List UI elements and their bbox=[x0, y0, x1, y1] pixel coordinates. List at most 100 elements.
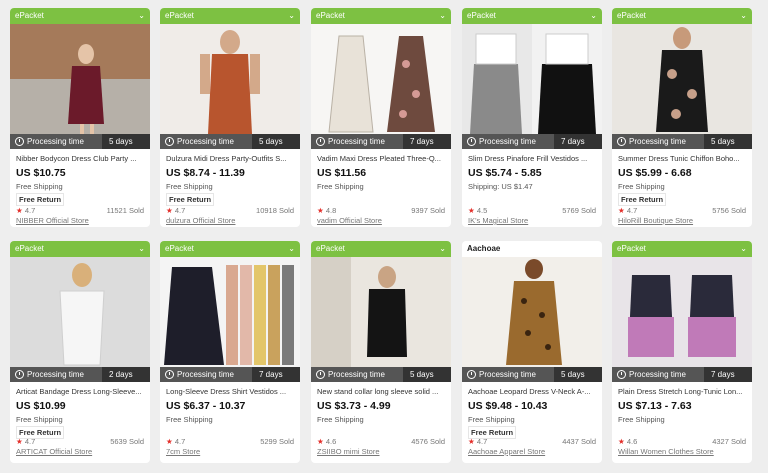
product-card[interactable]: ePacket ⌄ Processing time 7 days Vadim Max… bbox=[311, 8, 451, 227]
processing-label: Processing time bbox=[27, 137, 84, 146]
store-link[interactable]: vadim Official Store bbox=[317, 216, 382, 225]
processing-label: Processing time bbox=[328, 137, 385, 146]
product-title[interactable]: Summer Dress Tunic Chiffon Boho... bbox=[618, 154, 746, 163]
product-image[interactable] bbox=[311, 24, 451, 134]
store-link[interactable]: ZSIIBO mimi Store bbox=[317, 447, 380, 456]
product-title[interactable]: Articat Bandage Dress Long-Sleeve... bbox=[16, 387, 144, 396]
chevron-down-icon[interactable]: ⌄ bbox=[288, 8, 295, 24]
processing-label: Processing time bbox=[177, 370, 234, 379]
processing-time-bar: Processing time 5 days bbox=[160, 134, 300, 149]
processing-days: 7 days bbox=[403, 134, 451, 149]
rating: ★ 4.7 bbox=[618, 206, 637, 215]
product-title[interactable]: Vadim Maxi Dress Pleated Three-Q... bbox=[317, 154, 445, 163]
star-icon: ★ bbox=[166, 437, 173, 446]
product-photo bbox=[160, 257, 300, 367]
store-link[interactable]: dulzura Official Store bbox=[166, 216, 235, 225]
free-return-tag: Free Return bbox=[16, 193, 65, 206]
chevron-down-icon[interactable]: ⌄ bbox=[288, 241, 295, 257]
product-title[interactable]: New stand collar long sleeve solid ... bbox=[317, 387, 445, 396]
sold-count: 5639 Sold bbox=[110, 437, 144, 446]
product-title[interactable]: Dulzura Midi Dress Party-Outfits S... bbox=[166, 154, 294, 163]
store-link[interactable]: NIBBER Official Store bbox=[16, 216, 89, 225]
product-title[interactable]: Plain Dress Stretch Long-Tunic Lon... bbox=[618, 387, 746, 396]
product-title[interactable]: Aachoae Leopard Dress V-Neck A-... bbox=[468, 387, 596, 396]
product-price: US $10.99 bbox=[16, 400, 66, 412]
sold-count: 9397 Sold bbox=[411, 206, 445, 215]
product-photo bbox=[10, 24, 150, 134]
processing-days: 5 days bbox=[403, 367, 451, 382]
shipping-info: Free Shipping bbox=[468, 415, 515, 424]
product-price: US $3.73 - 4.99 bbox=[317, 400, 391, 412]
chevron-down-icon[interactable]: ⌄ bbox=[138, 241, 145, 257]
product-image[interactable] bbox=[462, 24, 602, 134]
badge-label: ePacket bbox=[165, 244, 194, 253]
chevron-down-icon[interactable]: ⌄ bbox=[439, 8, 446, 24]
sold-count: 11521 Sold bbox=[106, 206, 144, 215]
product-card[interactable]: ePacket ⌄ Processing time 5 days Summer Dr… bbox=[612, 8, 752, 227]
star-icon: ★ bbox=[317, 437, 324, 446]
shipping-info: Free Shipping bbox=[317, 415, 364, 424]
rating-value: 4.7 bbox=[174, 437, 186, 446]
store-link[interactable]: 7cm Store bbox=[166, 447, 200, 456]
processing-label: Processing time bbox=[328, 370, 385, 379]
product-image[interactable] bbox=[612, 24, 752, 134]
chevron-down-icon[interactable]: ⌄ bbox=[740, 8, 747, 24]
product-image[interactable] bbox=[612, 257, 752, 367]
processing-time-bar: Processing time 7 days bbox=[612, 367, 752, 382]
rating: ★ 4.7 bbox=[468, 437, 487, 446]
sold-count: 4437 Sold bbox=[562, 437, 596, 446]
shipping-info: Free Shipping bbox=[317, 182, 364, 191]
product-card[interactable]: ePacket ⌄ Processing time 7 days Long-Slee… bbox=[160, 241, 300, 463]
product-image[interactable] bbox=[160, 257, 300, 367]
processing-days: 2 days bbox=[102, 367, 150, 382]
chevron-down-icon[interactable]: ⌄ bbox=[138, 8, 145, 24]
product-photo bbox=[462, 257, 602, 367]
product-title[interactable]: Slim Dress Pinafore Frill Vestidos ... bbox=[468, 154, 596, 163]
product-image[interactable] bbox=[10, 24, 150, 134]
product-image[interactable] bbox=[10, 257, 150, 367]
rating-value: 4.7 bbox=[24, 206, 36, 215]
chevron-down-icon[interactable]: ⌄ bbox=[590, 8, 597, 24]
badge-label: ePacket bbox=[467, 11, 496, 20]
shipping-info: Free Shipping bbox=[16, 415, 63, 424]
badge-label: ePacket bbox=[617, 244, 646, 253]
clock-icon bbox=[15, 137, 24, 146]
product-image[interactable] bbox=[311, 257, 451, 367]
chevron-down-icon[interactable]: ⌄ bbox=[439, 241, 446, 257]
store-link[interactable]: IK's Magical Store bbox=[468, 216, 528, 225]
product-card[interactable]: ePacket ⌄ Processing time 5 days Nibber Bo… bbox=[10, 8, 150, 227]
product-card[interactable]: ePacket ⌄ Processing time 2 days Articat B… bbox=[10, 241, 150, 463]
processing-time-bar: Processing time 7 days bbox=[160, 367, 300, 382]
product-card[interactable]: ePacket ⌄ Processing time 5 days New stand… bbox=[311, 241, 451, 463]
product-image[interactable] bbox=[462, 257, 602, 367]
star-icon: ★ bbox=[618, 206, 625, 215]
clock-icon bbox=[617, 370, 626, 379]
rating-value: 4.7 bbox=[476, 437, 488, 446]
clock-icon bbox=[316, 370, 325, 379]
product-card[interactable]: ePacket ⌄ Processing time 5 days Dulzura M… bbox=[160, 8, 300, 227]
clock-icon bbox=[15, 370, 24, 379]
store-link[interactable]: HiloRill Boutique Store bbox=[618, 216, 693, 225]
product-card[interactable]: ePacket ⌄ Processing time 7 days Plain Dre… bbox=[612, 241, 752, 463]
rating-value: 4.7 bbox=[626, 206, 638, 215]
product-image[interactable] bbox=[160, 24, 300, 134]
store-link[interactable]: Willan Women Clothes Store bbox=[618, 447, 714, 456]
rating-value: 4.5 bbox=[476, 206, 488, 215]
store-link[interactable]: Aachoae Apparel Store bbox=[468, 447, 545, 456]
sold-count: 4327 Sold bbox=[712, 437, 746, 446]
store-link[interactable]: ARTICAT Official Store bbox=[16, 447, 92, 456]
product-price: US $5.99 - 6.68 bbox=[618, 167, 692, 179]
badge-label: ePacket bbox=[316, 11, 345, 20]
chevron-down-icon[interactable]: ⌄ bbox=[740, 241, 747, 257]
product-title[interactable]: Long-Sleeve Dress Shirt Vestidos ... bbox=[166, 387, 294, 396]
product-card[interactable]: ePacket ⌄ Processing time 7 days Slim Dres… bbox=[462, 8, 602, 227]
star-icon: ★ bbox=[166, 206, 173, 215]
badge-label: ePacket bbox=[15, 11, 44, 20]
product-title[interactable]: Nibber Bodycon Dress Club Party ... bbox=[16, 154, 144, 163]
rating: ★ 4.7 bbox=[16, 437, 35, 446]
rating: ★ 4.5 bbox=[468, 206, 487, 215]
shipping-badge: ePacket ⌄ bbox=[10, 241, 150, 257]
product-card[interactable]: Aachoae Processing time 5 days Aachoae Le… bbox=[462, 241, 602, 463]
product-photo bbox=[612, 257, 752, 367]
product-price: US $8.74 - 11.39 bbox=[166, 167, 245, 179]
